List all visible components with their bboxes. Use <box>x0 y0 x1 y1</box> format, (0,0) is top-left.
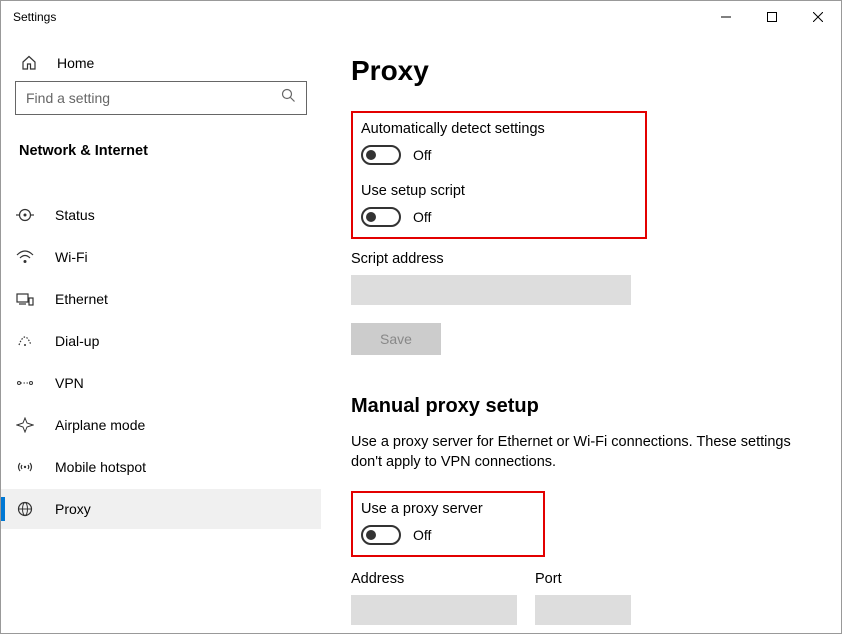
sidebar-item-label: VPN <box>55 375 84 391</box>
ethernet-icon <box>15 292 35 306</box>
use-proxy-label: Use a proxy server <box>361 501 483 517</box>
toggle-knob <box>366 212 376 222</box>
save-button: Save <box>351 323 441 355</box>
sidebar-item-label: Wi-Fi <box>55 249 88 265</box>
vpn-icon <box>15 376 35 390</box>
sidebar-item-label: Proxy <box>55 501 91 517</box>
address-input <box>351 595 517 625</box>
toggle-knob <box>366 150 376 160</box>
sidebar-item-ethernet[interactable]: Ethernet <box>1 279 321 319</box>
wifi-icon <box>15 250 35 264</box>
window-controls <box>703 1 841 33</box>
nav-list: Status Wi-Fi Ethernet Dial-up VPN <box>1 195 321 529</box>
home-label: Home <box>57 55 94 71</box>
port-label: Port <box>535 571 631 587</box>
sidebar-item-label: Status <box>55 207 95 223</box>
highlight-box-proxy: Use a proxy server Off <box>351 491 545 557</box>
auto-detect-toggle-row: Off <box>361 145 545 165</box>
setup-script-state: Off <box>413 209 431 225</box>
category-title: Network & Internet <box>1 115 321 173</box>
sidebar-item-label: Airplane mode <box>55 417 145 433</box>
use-proxy-toggle-row: Off <box>361 525 483 545</box>
sidebar-item-dialup[interactable]: Dial-up <box>1 321 321 361</box>
dialup-icon <box>15 334 35 348</box>
script-address-input <box>351 275 631 305</box>
hotspot-icon <box>15 460 35 474</box>
auto-detect-toggle[interactable] <box>361 145 401 165</box>
search-input[interactable] <box>26 90 272 106</box>
titlebar: Settings <box>1 1 841 33</box>
home-link[interactable]: Home <box>1 45 321 81</box>
address-port-row: Address Port <box>351 559 801 625</box>
sidebar-item-label: Dial-up <box>55 333 99 349</box>
search-box[interactable] <box>15 81 307 115</box>
setup-script-toggle-row: Off <box>361 207 545 227</box>
sidebar-item-vpn[interactable]: VPN <box>1 363 321 403</box>
maximize-button[interactable] <box>749 1 795 33</box>
home-icon <box>19 55 39 71</box>
address-label: Address <box>351 571 517 587</box>
search-wrap <box>1 81 321 115</box>
settings-window: Settings Home Network & Internet <box>0 0 842 634</box>
sidebar-item-status[interactable]: Status <box>1 195 321 235</box>
auto-detect-state: Off <box>413 147 431 163</box>
manual-description: Use a proxy server for Ethernet or Wi-Fi… <box>351 432 791 473</box>
sidebar-item-proxy[interactable]: Proxy <box>1 489 321 529</box>
setup-script-toggle[interactable] <box>361 207 401 227</box>
sidebar-item-airplane[interactable]: Airplane mode <box>1 405 321 445</box>
page-title: Proxy <box>351 55 801 87</box>
port-col: Port <box>535 559 631 625</box>
sidebar-item-hotspot[interactable]: Mobile hotspot <box>1 447 321 487</box>
auto-detect-label: Automatically detect settings <box>361 121 545 137</box>
address-col: Address <box>351 559 517 625</box>
use-proxy-toggle[interactable] <box>361 525 401 545</box>
manual-section-title: Manual proxy setup <box>351 395 801 418</box>
port-input <box>535 595 631 625</box>
main: Proxy Automatically detect settings Off … <box>321 33 841 633</box>
airplane-icon <box>15 417 35 433</box>
window-title: Settings <box>13 10 703 24</box>
status-icon <box>15 208 35 222</box>
toggle-knob <box>366 530 376 540</box>
sidebar-item-label: Mobile hotspot <box>55 459 146 475</box>
close-button[interactable] <box>795 1 841 33</box>
sidebar: Home Network & Internet Status Wi-Fi <box>1 33 321 633</box>
script-address-label: Script address <box>351 251 801 267</box>
sidebar-item-label: Ethernet <box>55 291 108 307</box>
proxy-icon <box>15 501 35 517</box>
search-icon <box>281 88 296 108</box>
highlight-box-auto: Automatically detect settings Off Use se… <box>351 111 647 239</box>
minimize-button[interactable] <box>703 1 749 33</box>
use-proxy-state: Off <box>413 527 431 543</box>
setup-script-label: Use setup script <box>361 183 545 199</box>
sidebar-item-wifi[interactable]: Wi-Fi <box>1 237 321 277</box>
content: Home Network & Internet Status Wi-Fi <box>1 33 841 633</box>
